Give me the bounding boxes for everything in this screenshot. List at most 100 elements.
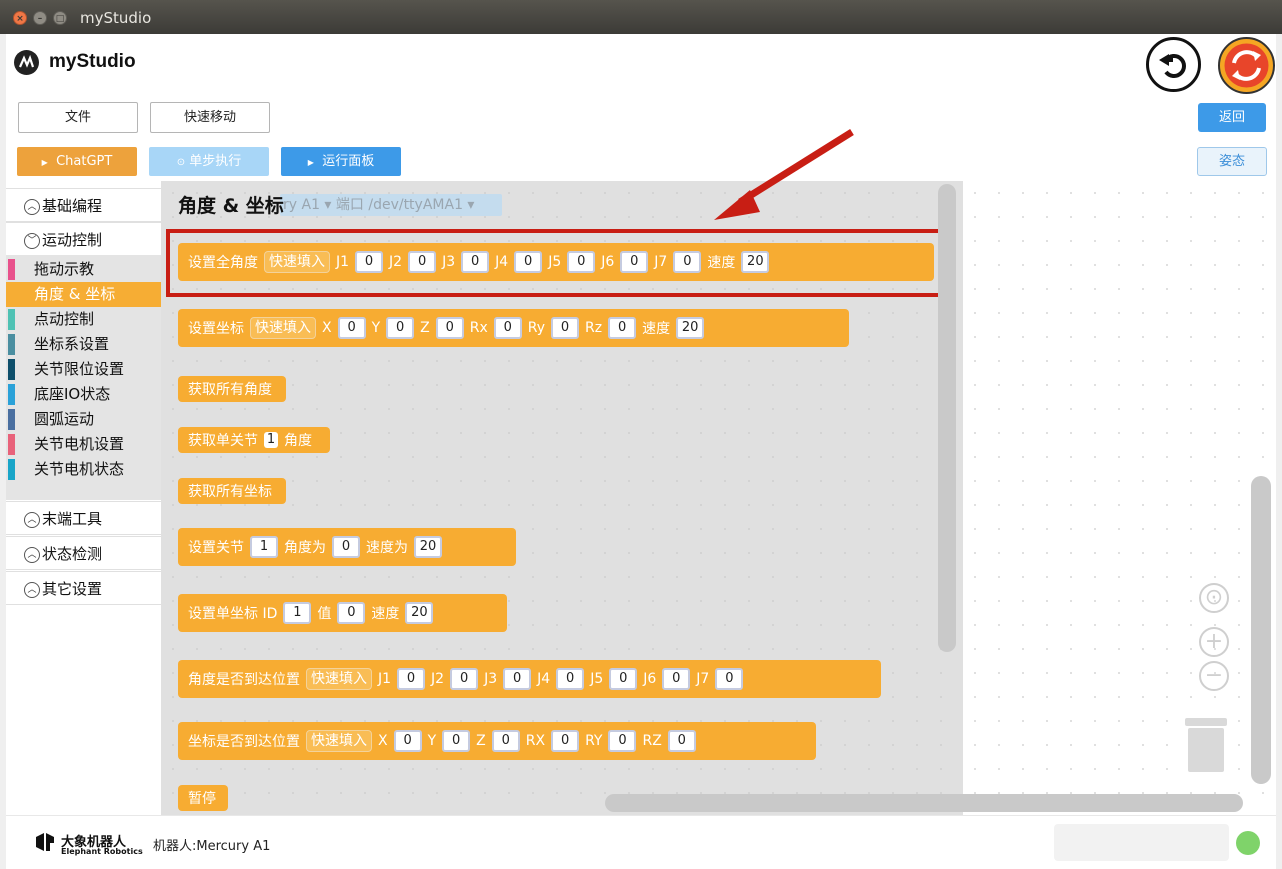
sidebar-item-joint-limits[interactable]: 关节限位设置 bbox=[6, 357, 161, 382]
joint-input[interactable]: 1 bbox=[250, 536, 278, 558]
x-input[interactable]: 0 bbox=[393, 730, 422, 752]
play-icon: ▶ bbox=[307, 158, 314, 167]
step-execute-button[interactable]: ⊙ 单步执行 bbox=[149, 147, 269, 176]
y-input[interactable]: 0 bbox=[386, 317, 415, 339]
speed-input[interactable]: 20 bbox=[405, 602, 434, 624]
run-panel-button[interactable]: ▶ 运行面板 bbox=[281, 147, 401, 176]
quick-fill-chip[interactable]: 快速填入 bbox=[306, 730, 372, 752]
zoom-out-icon[interactable]: − bbox=[1199, 661, 1229, 691]
category-label: 其它设置 bbox=[42, 580, 103, 598]
workspace-vertical-scrollbar[interactable] bbox=[1251, 476, 1271, 784]
chevron-up-icon: ︿ bbox=[24, 199, 40, 215]
block-get-single-joint-angle[interactable]: 获取单关节 1 角度 bbox=[178, 427, 330, 453]
angle-input[interactable]: 0 bbox=[332, 536, 360, 558]
block-get-all-angles[interactable]: 获取所有角度 bbox=[178, 376, 286, 402]
run-panel-label: 运行面板 bbox=[322, 154, 375, 169]
window-maximize-icon[interactable]: □ bbox=[53, 11, 67, 25]
category-status-detection[interactable]: ︿ 状态检测 bbox=[6, 536, 161, 570]
window-title: myStudio bbox=[80, 9, 152, 27]
block-coord-reached[interactable]: 坐标是否到达位置 快速填入 X0 Y0 Z0 RX 0 RY 0 RZ 0 bbox=[178, 722, 816, 760]
rx-input[interactable]: 0 bbox=[493, 317, 522, 339]
quick-fill-chip[interactable]: 快速填入 bbox=[250, 317, 316, 339]
sidebar-item-drag-teach[interactable]: 拖动示教 bbox=[6, 257, 161, 282]
back-button[interactable]: 返回 bbox=[1198, 103, 1266, 132]
speed-input[interactable]: 20 bbox=[414, 536, 442, 558]
j6-input[interactable]: 0 bbox=[662, 668, 691, 690]
chevron-up-icon: ︿ bbox=[24, 582, 40, 598]
speed-input[interactable]: 20 bbox=[676, 317, 705, 339]
sidebar-item-arc-motion[interactable]: 圆弧运动 bbox=[6, 407, 161, 432]
z-input[interactable]: 0 bbox=[435, 317, 464, 339]
highlight-box bbox=[166, 229, 953, 297]
flyout-title: 角度 & 坐标 bbox=[178, 195, 284, 217]
value-input[interactable]: 0 bbox=[337, 602, 366, 624]
refresh-icon bbox=[1224, 43, 1269, 88]
joint-id-input[interactable]: 1 bbox=[264, 432, 278, 448]
category-other-settings[interactable]: ︿ 其它设置 bbox=[6, 571, 161, 605]
window-close-icon[interactable]: × bbox=[13, 11, 27, 25]
rx-input[interactable]: 0 bbox=[551, 730, 580, 752]
category-label: 末端工具 bbox=[42, 510, 103, 528]
coord-id-input[interactable]: 1 bbox=[283, 602, 312, 624]
rz-input[interactable]: 0 bbox=[667, 730, 696, 752]
sidebar-item-jog-control[interactable]: 点动控制 bbox=[6, 307, 161, 332]
trash-lid-icon bbox=[1185, 718, 1227, 726]
elephant-robotics-logo-icon bbox=[36, 833, 54, 851]
sidebar-item-base-io[interactable]: 底座IO状态 bbox=[6, 382, 161, 407]
play-circle-icon: ⊙ bbox=[176, 157, 186, 168]
sidebar-item-coord-system[interactable]: 坐标系设置 bbox=[6, 332, 161, 357]
window-frame-right bbox=[1276, 34, 1282, 869]
j3-input[interactable]: 0 bbox=[503, 668, 532, 690]
chatgpt-button[interactable]: ▶ ChatGPT bbox=[17, 147, 137, 176]
category-end-tools[interactable]: ︿ 末端工具 bbox=[6, 501, 161, 535]
j4-input[interactable]: 0 bbox=[556, 668, 585, 690]
block-set-single-coord[interactable]: 设置单坐标 ID 1 值 0 速度 20 bbox=[178, 594, 507, 632]
zoom-in-icon[interactable]: + bbox=[1199, 627, 1229, 657]
sidebar-item-angle-coords[interactable]: 角度 & 坐标 bbox=[6, 282, 161, 307]
app-name: myStudio bbox=[49, 51, 136, 72]
flyout-vertical-scrollbar[interactable] bbox=[938, 184, 956, 652]
rz-input[interactable]: 0 bbox=[608, 317, 637, 339]
workspace-canvas[interactable] bbox=[963, 181, 1276, 815]
block-set-coords[interactable]: 设置坐标 快速填入 X0 Y0 Z0 Rx 0 Ry 0 Rz 0 速度 20 bbox=[178, 309, 849, 347]
pose-button[interactable]: 姿态 bbox=[1197, 147, 1267, 176]
robot-name: Mercury A1 bbox=[196, 839, 271, 854]
trash-icon[interactable] bbox=[1188, 728, 1224, 772]
quick-move-button[interactable]: 快速移动 bbox=[150, 102, 270, 133]
block-angle-reached[interactable]: 角度是否到达位置 快速填入 J1 0 J2 0 J3 0 J4 0 J5 0 J6 0 J7… bbox=[178, 660, 881, 698]
j2-input[interactable]: 0 bbox=[450, 668, 479, 690]
x-input[interactable]: 0 bbox=[337, 317, 366, 339]
window-titlebar bbox=[0, 0, 1282, 34]
robot-status-label: 机器人:Mercury A1 bbox=[153, 835, 270, 854]
block-set-joint[interactable]: 设置关节 1 角度为 0 速度为 20 bbox=[178, 528, 516, 566]
z-input[interactable]: 0 bbox=[491, 730, 520, 752]
y-input[interactable]: 0 bbox=[442, 730, 471, 752]
j1-input[interactable]: 0 bbox=[397, 668, 426, 690]
j7-input[interactable]: 0 bbox=[715, 668, 744, 690]
red-arrow-annotation bbox=[714, 129, 854, 220]
category-basic-programming[interactable]: ︿ 基础编程 bbox=[6, 188, 161, 222]
sidebar-item-motor-status[interactable]: 关节电机状态 bbox=[6, 457, 161, 482]
brand-name-en: Elephant Robotics bbox=[61, 847, 143, 856]
ry-input[interactable]: 0 bbox=[551, 317, 580, 339]
ry-input[interactable]: 0 bbox=[608, 730, 637, 752]
chevron-up-icon: ︿ bbox=[24, 547, 40, 563]
recenter-icon[interactable]: ⊙ bbox=[1199, 583, 1229, 613]
block-get-all-coords[interactable]: 获取所有坐标 bbox=[178, 478, 286, 504]
sidebar-item-motor-settings[interactable]: 关节电机设置 bbox=[6, 432, 161, 457]
window-minimize-icon[interactable]: – bbox=[33, 11, 47, 25]
j5-input[interactable]: 0 bbox=[609, 668, 638, 690]
refresh-button[interactable] bbox=[1218, 37, 1275, 94]
quick-fill-chip[interactable]: 快速填入 bbox=[306, 668, 372, 690]
step-label: 单步执行 bbox=[189, 154, 242, 169]
block-pause[interactable]: 暂停 bbox=[178, 785, 228, 811]
chatgpt-label: ChatGPT bbox=[56, 154, 113, 169]
undo-button[interactable] bbox=[1146, 37, 1201, 92]
play-icon: ▶ bbox=[41, 158, 48, 167]
workspace-horizontal-scrollbar[interactable] bbox=[605, 794, 1243, 812]
category-label: 运动控制 bbox=[42, 231, 103, 249]
file-button[interactable]: 文件 bbox=[18, 102, 138, 133]
category-label: 状态检测 bbox=[42, 545, 103, 563]
robot-port-selector[interactable]: ry A1 ▾ 端口 /dev/ttyAMA1 ▾ bbox=[280, 194, 502, 216]
category-motion-control[interactable]: ﹀ 运动控制 bbox=[6, 222, 161, 256]
